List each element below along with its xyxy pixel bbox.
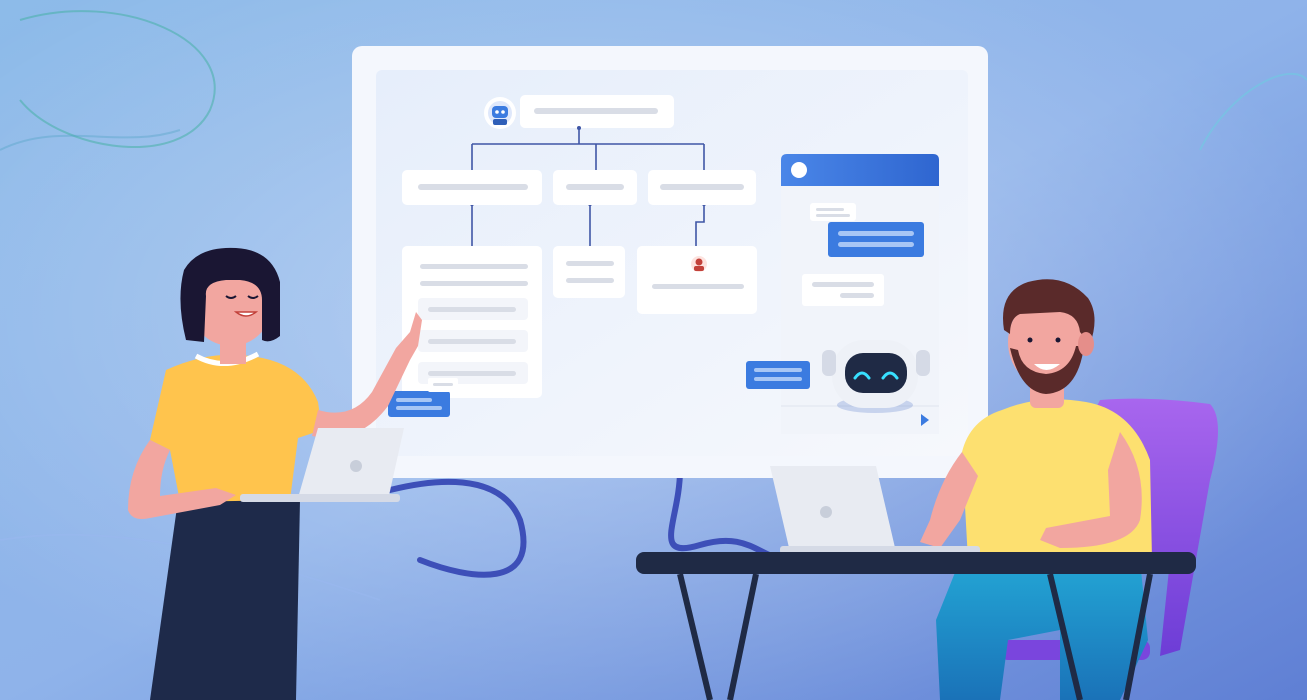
floating-chat-bubble bbox=[746, 361, 810, 389]
flow-level2-nodes bbox=[402, 170, 756, 205]
laptop-open-icon bbox=[770, 466, 896, 552]
chat-avatar-circle-icon bbox=[791, 162, 807, 178]
illustration-scene bbox=[0, 0, 1307, 700]
